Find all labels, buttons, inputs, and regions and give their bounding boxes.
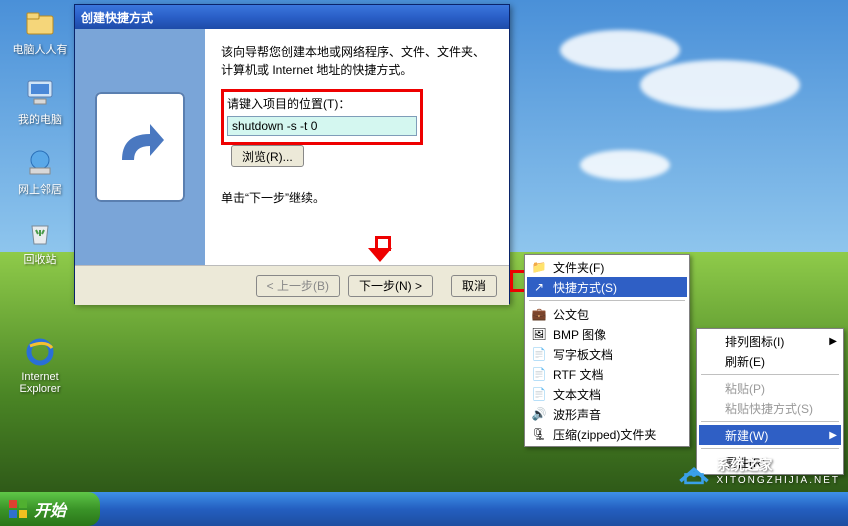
bmp-icon: 🖼 [531,326,547,342]
separator [701,421,839,422]
icon-label: 回收站 [24,254,57,266]
icon-label: 我的电脑 [18,114,62,126]
titlebar[interactable]: 创建快捷方式 [75,5,509,29]
submenu-label: 快捷方式(S) [553,279,617,296]
submenu-item-shortcut[interactable]: ↗ 快捷方式(S) [527,277,687,297]
menu-paste-shortcut: 粘贴快捷方式(S) [699,398,841,418]
annotation-arrow-next [366,236,394,264]
menu-label: 粘贴(P) [725,380,765,397]
watermark-icon [677,457,711,485]
menu-label: 刷新(E) [725,353,765,370]
submenu-item-wav[interactable]: 🔊 波形声音 [527,404,687,424]
wordpad-icon: 📄 [531,346,547,362]
chevron-right-icon: ▶ [829,430,837,441]
menu-new[interactable]: 新建(W) ▶ [699,425,841,445]
submenu-label: RTF 文档 [553,366,603,383]
watermark: 系统之家 XITONGZHIJIA.NET [677,455,841,486]
briefcase-icon: 💼 [531,306,547,322]
submenu-label: 波形声音 [553,406,601,423]
submenu-label: 压缩(zipped)文件夹 [553,426,656,443]
desktop-icon-ie[interactable]: Internet Explorer [8,336,72,395]
cloud [580,150,670,180]
continue-hint: 单击“下一步”继续。 [221,189,493,207]
create-shortcut-wizard: 创建快捷方式 该向导帮您创建本地或网络程序、文件、文件夹、计算机或 Intern… [74,4,510,304]
computer-icon [24,76,56,108]
wizard-sidebar [75,29,205,265]
shortcut-icon: ↗ [531,279,547,295]
separator [701,374,839,375]
cancel-button[interactable]: 取消 [451,275,497,297]
desktop-context-menu: 排列图标(I) ▶ 刷新(E) 粘贴(P) 粘贴快捷方式(S) 新建(W) ▶ … [696,328,844,475]
icon-label: 电脑人人有 [13,44,68,56]
desktop-icon-recycle[interactable]: 回收站 [8,216,72,267]
submenu-label: 公文包 [553,306,589,323]
recycle-bin-icon [24,216,56,248]
location-input[interactable] [227,116,417,136]
submenu-label: 写字板文档 [553,346,613,363]
shortcut-graphic-icon [95,92,185,202]
desktop-icon-network[interactable]: 网上邻居 [8,146,72,197]
icon-label: Internet Explorer [20,371,61,395]
ie-icon [24,336,56,368]
submenu-item-folder[interactable]: 📁 文件夹(F) [527,257,687,277]
menu-label: 排列图标(I) [725,333,784,350]
wizard-intro: 该向导帮您创建本地或网络程序、文件、文件夹、计算机或 Internet 地址的快… [221,43,493,79]
zip-icon: 🗜 [531,426,547,442]
submenu-label: 文件夹(F) [553,259,604,276]
watermark-sub: XITONGZHIJIA.NET [717,475,841,486]
folder-icon: 📁 [531,259,547,275]
cloud [560,30,680,70]
wizard-main: 该向导帮您创建本地或网络程序、文件、文件夹、计算机或 Internet 地址的快… [205,29,509,265]
network-icon [24,146,56,178]
menu-arrange-icons[interactable]: 排列图标(I) ▶ [699,331,841,351]
start-button[interactable]: 开始 [0,492,100,526]
desktop-icon-docs[interactable]: 电脑人人有 [8,6,72,57]
submenu-item-wordpad[interactable]: 📄 写字板文档 [527,344,687,364]
submenu-label: 文本文档 [553,386,601,403]
icon-label: 网上邻居 [18,184,62,196]
chevron-right-icon: ▶ [829,336,837,347]
new-submenu: 📁 文件夹(F) ↗ 快捷方式(S) 💼 公文包 🖼 BMP 图像 📄 写字板文… [524,254,690,447]
submenu-item-briefcase[interactable]: 💼 公文包 [527,304,687,324]
wizard-footer: < 上一步(B) 下一步(N) > 取消 [75,265,509,305]
wav-icon: 🔊 [531,406,547,422]
rtf-icon: 📄 [531,366,547,382]
txt-icon: 📄 [531,386,547,402]
menu-label: 粘贴快捷方式(S) [725,400,813,417]
watermark-brand: 系统之家 [717,457,773,473]
submenu-item-bmp[interactable]: 🖼 BMP 图像 [527,324,687,344]
next-button[interactable]: 下一步(N) > [348,275,433,297]
location-label: 请键入项目的位置(T)： [227,95,417,112]
submenu-item-rtf[interactable]: 📄 RTF 文档 [527,364,687,384]
submenu-label: BMP 图像 [553,326,606,343]
back-button: < 上一步(B) [256,275,340,297]
desktop-icon-my-computer[interactable]: 我的电脑 [8,76,72,127]
taskbar: 开始 [0,492,848,526]
menu-paste: 粘贴(P) [699,378,841,398]
folder-user-icon [24,6,56,38]
windows-logo-icon [8,499,28,519]
separator [701,448,839,449]
separator [529,300,685,301]
submenu-item-txt[interactable]: 📄 文本文档 [527,384,687,404]
menu-label: 新建(W) [725,427,768,444]
submenu-item-zip[interactable]: 🗜 压缩(zipped)文件夹 [527,424,687,444]
cloud [640,60,800,110]
title-text: 创建快捷方式 [81,9,153,26]
browse-button[interactable]: 浏览(R)... [231,145,304,167]
menu-refresh[interactable]: 刷新(E) [699,351,841,371]
start-label: 开始 [34,497,66,521]
annotation-red-box-input: 请键入项目的位置(T)： [221,89,423,145]
